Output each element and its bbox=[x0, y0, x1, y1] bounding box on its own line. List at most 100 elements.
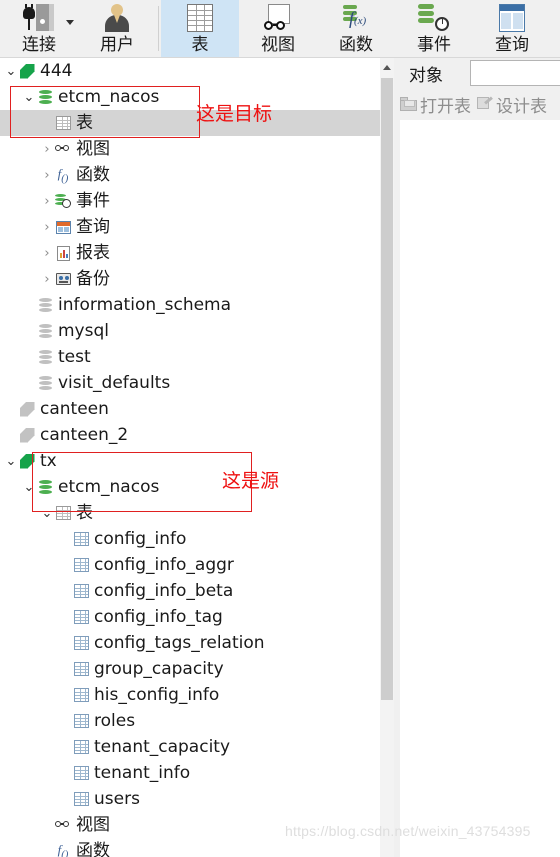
tree-row[interactable]: tenant_info bbox=[0, 760, 380, 786]
table-icon bbox=[73, 792, 89, 806]
object-tree-panel[interactable]: ⌄ 444 ⌄ etcm_nacos 表 › 视图 › f() 函数 › 事件 › 查询 › 报表 › 备份 inf… bbox=[0, 58, 380, 857]
tree-row[interactable]: canteen bbox=[0, 396, 380, 422]
tree-row[interactable]: information_schema bbox=[0, 292, 380, 318]
table-icon bbox=[73, 662, 89, 676]
database-icon bbox=[38, 297, 52, 313]
tree-row-label: etcm_nacos bbox=[58, 477, 160, 497]
toolbar-button-query[interactable]: 查询 bbox=[473, 0, 551, 57]
table-icon bbox=[73, 740, 89, 754]
tree-row-label: canteen bbox=[40, 399, 109, 419]
tree-row-label: 444 bbox=[40, 61, 73, 81]
design-table-button[interactable]: 设计表 bbox=[477, 92, 547, 117]
tree-row[interactable]: › 报表 bbox=[0, 240, 380, 266]
tree-row[interactable]: test bbox=[0, 344, 380, 370]
tree-row[interactable]: users bbox=[0, 786, 380, 812]
open-table-label: 打开表 bbox=[420, 96, 471, 117]
toolbar-button-label: 函数 bbox=[339, 35, 373, 55]
tree-row[interactable]: › 事件 bbox=[0, 188, 380, 214]
tree-row[interactable]: › 查询 bbox=[0, 214, 380, 240]
table-icon bbox=[73, 558, 89, 572]
expand-arrow-closed[interactable]: › bbox=[40, 195, 54, 208]
tree-scrollbar-thumb[interactable] bbox=[381, 78, 393, 700]
tree-row-label: 事件 bbox=[76, 191, 110, 211]
toolbar-button-event[interactable]: 事件 bbox=[395, 0, 473, 57]
tree-row[interactable]: config_tags_relation bbox=[0, 630, 380, 656]
expand-arrow-open[interactable]: ⌄ bbox=[22, 91, 36, 104]
object-list-area[interactable] bbox=[400, 120, 560, 857]
connection-icon bbox=[19, 427, 35, 443]
tree-row-label: 函数 bbox=[76, 165, 110, 185]
tree-row[interactable]: 表 bbox=[0, 110, 380, 136]
object-search-input[interactable] bbox=[470, 60, 560, 86]
table-icon bbox=[73, 584, 89, 598]
tree-row[interactable]: config_info_aggr bbox=[0, 552, 380, 578]
tree-row[interactable]: ⌄ etcm_nacos bbox=[0, 474, 380, 500]
tree-row-label: 查询 bbox=[76, 217, 110, 237]
toolbar-button-user[interactable]: 用户 bbox=[78, 0, 156, 57]
toolbar-button-connection[interactable]: 连接 bbox=[0, 0, 78, 57]
expand-arrow-open[interactable]: ⌄ bbox=[4, 455, 18, 468]
tree-row[interactable]: › f() 函数 bbox=[0, 162, 380, 188]
expand-arrow-closed[interactable]: › bbox=[40, 169, 54, 182]
tree-row-label: 视图 bbox=[76, 139, 110, 159]
expand-arrow-closed[interactable]: › bbox=[40, 143, 54, 156]
view-icon bbox=[263, 3, 293, 33]
tree-row[interactable]: › 视图 bbox=[0, 136, 380, 162]
event-icon bbox=[55, 194, 71, 208]
tree-row[interactable]: visit_defaults bbox=[0, 370, 380, 396]
tab-objects-label: 对象 bbox=[409, 65, 443, 86]
tree-row-label: visit_defaults bbox=[58, 373, 171, 393]
table-icon bbox=[73, 766, 89, 780]
tab-objects[interactable]: 对象 bbox=[399, 58, 453, 88]
report-icon bbox=[56, 245, 70, 261]
table-icon bbox=[73, 610, 89, 624]
tree-row-label: mysql bbox=[58, 321, 109, 341]
scroll-up-button[interactable] bbox=[380, 58, 394, 76]
expand-arrow-open[interactable]: ⌄ bbox=[22, 481, 36, 494]
toolbar-button-label: 事件 bbox=[417, 35, 451, 55]
chevron-down-icon[interactable] bbox=[66, 20, 74, 25]
toolbar-button-label: 用户 bbox=[100, 35, 134, 55]
connection-icon bbox=[19, 453, 35, 469]
tree-row[interactable]: config_info_beta bbox=[0, 578, 380, 604]
toolbar-button-table[interactable]: 表 bbox=[161, 0, 239, 57]
tree-row[interactable]: mysql bbox=[0, 318, 380, 344]
tree-row[interactable]: › 备份 bbox=[0, 266, 380, 292]
tree-row-label: test bbox=[58, 347, 91, 367]
tree-row[interactable]: ⌄ etcm_nacos bbox=[0, 84, 380, 110]
watermark-text: https://blog.csdn.net/weixin_43754395 bbox=[285, 823, 531, 839]
user-icon bbox=[103, 3, 131, 33]
tree-row[interactable]: roles bbox=[0, 708, 380, 734]
tree-row[interactable]: tenant_capacity bbox=[0, 734, 380, 760]
tree-row[interactable]: config_info bbox=[0, 526, 380, 552]
expand-arrow-open[interactable]: ⌄ bbox=[40, 507, 54, 520]
toolbar-button-view[interactable]: 视图 bbox=[239, 0, 317, 57]
database-icon bbox=[38, 349, 52, 365]
expand-arrow-open[interactable]: ⌄ bbox=[4, 65, 18, 78]
tree-row-label: tenant_info bbox=[94, 763, 191, 783]
design-table-icon bbox=[477, 96, 493, 111]
table-folder-icon bbox=[55, 116, 71, 130]
tree-row[interactable]: ⌄ 表 bbox=[0, 500, 380, 526]
tree-row[interactable]: ⌄ tx bbox=[0, 448, 380, 474]
tree-row[interactable]: group_capacity bbox=[0, 656, 380, 682]
function-icon: f(x) bbox=[341, 3, 371, 33]
tree-row[interactable]: config_info_tag bbox=[0, 604, 380, 630]
expand-arrow-closed[interactable]: › bbox=[40, 221, 54, 234]
function-icon: f() bbox=[57, 841, 69, 857]
tree-row[interactable]: f() 函数 bbox=[0, 838, 380, 857]
tree-row[interactable]: canteen_2 bbox=[0, 422, 380, 448]
table-icon bbox=[73, 532, 89, 546]
open-table-button[interactable]: 打开表 bbox=[400, 92, 471, 117]
tree-row-label: config_tags_relation bbox=[94, 633, 265, 653]
design-table-label: 设计表 bbox=[496, 96, 547, 117]
expand-arrow-closed[interactable]: › bbox=[40, 273, 54, 286]
chevron-up-icon bbox=[383, 64, 391, 70]
connection-icon bbox=[19, 63, 35, 79]
table-icon bbox=[187, 3, 213, 33]
object-tab-bar: 对象 bbox=[394, 58, 560, 88]
tree-row[interactable]: his_config_info bbox=[0, 682, 380, 708]
toolbar-button-function[interactable]: f(x) 函数 bbox=[317, 0, 395, 57]
expand-arrow-closed[interactable]: › bbox=[40, 247, 54, 260]
tree-row[interactable]: ⌄ 444 bbox=[0, 58, 380, 84]
